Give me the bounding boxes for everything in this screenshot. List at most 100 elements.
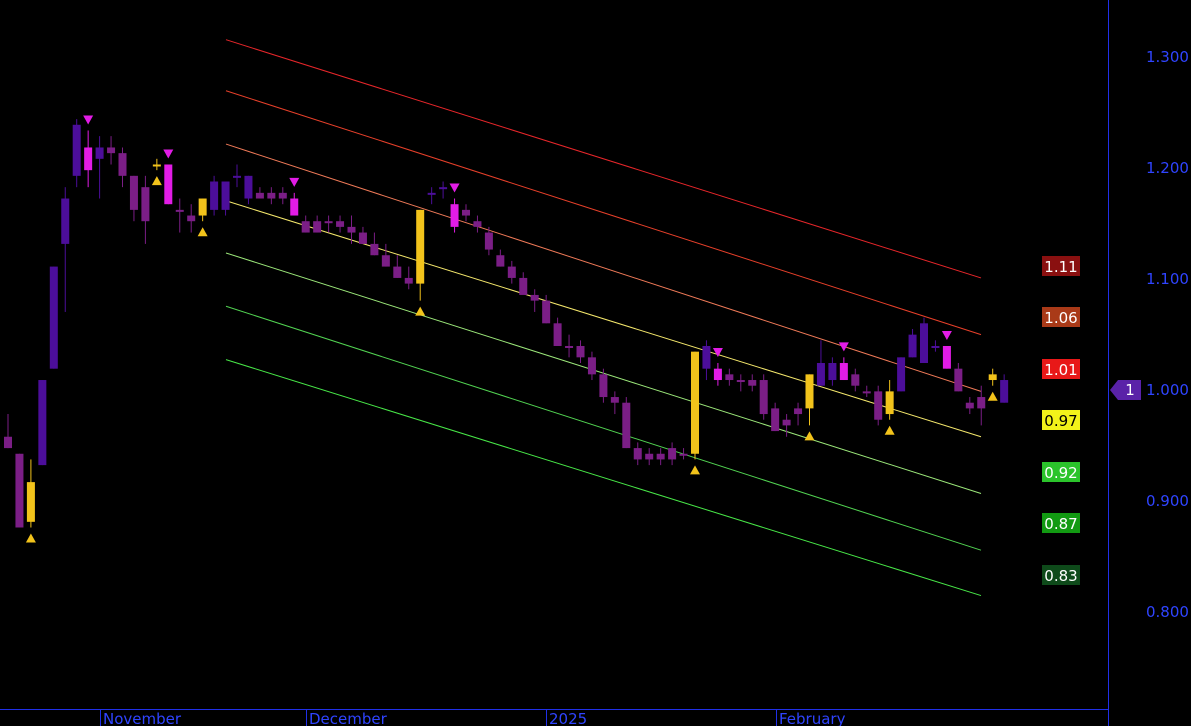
- candle-body: [393, 266, 402, 278]
- level-label-4: 0.97: [1042, 410, 1080, 430]
- candle-body: [175, 209, 184, 212]
- candle-body: [255, 192, 264, 199]
- level-label-5: 0.92: [1042, 462, 1080, 482]
- candle-body: [725, 374, 734, 381]
- candle-body: [771, 408, 780, 432]
- candle-body: [782, 419, 791, 426]
- x-tick-label: December: [309, 710, 388, 726]
- candle-body: [278, 192, 287, 199]
- candle-body: [965, 402, 974, 409]
- level-label-text: 0.87: [1044, 515, 1077, 533]
- candle-body: [553, 323, 562, 346]
- candle-body: [358, 232, 367, 244]
- candle-body: [496, 255, 505, 267]
- candle-body: [473, 221, 482, 227]
- candle-body: [439, 187, 448, 190]
- candle-body: [107, 147, 116, 154]
- x-tick-label: November: [103, 710, 182, 726]
- candle-body: [141, 187, 150, 222]
- candle-body: [15, 453, 24, 528]
- candle-body: [759, 380, 768, 415]
- candle-body: [530, 294, 539, 301]
- candle: [897, 357, 906, 392]
- candle-body: [839, 363, 848, 381]
- candle-body: [313, 221, 322, 233]
- candle-body: [748, 380, 757, 386]
- level-label-2: 1.06: [1042, 307, 1080, 327]
- candle-body: [679, 453, 688, 456]
- candle-body: [49, 266, 58, 369]
- candle-body: [26, 482, 35, 522]
- candle-body: [198, 198, 207, 216]
- level-label-text: 0.92: [1044, 464, 1077, 482]
- candle: [691, 351, 699, 460]
- candle: [164, 164, 173, 205]
- candle-body: [519, 277, 528, 295]
- candle-body: [84, 147, 93, 171]
- candle-body: [462, 209, 470, 216]
- candle-body: [1000, 380, 1009, 403]
- y-tick-label: 1.200: [1146, 159, 1189, 177]
- candle-body: [713, 368, 722, 381]
- candle-body: [95, 147, 104, 159]
- candle-body: [118, 153, 127, 176]
- y-tick-label: 0.900: [1146, 492, 1189, 510]
- candle-body: [347, 226, 356, 233]
- level-label-text: 0.83: [1044, 567, 1077, 585]
- candle-body: [668, 448, 677, 460]
- candle-body: [38, 380, 47, 466]
- candle-body: [404, 277, 413, 284]
- candle-body: [370, 243, 379, 256]
- candle-body: [645, 453, 654, 460]
- y-tick-label: 1.000: [1146, 381, 1189, 399]
- candle-body: [210, 181, 219, 210]
- candle-body: [988, 374, 997, 381]
- y-tick-label: 1.100: [1146, 270, 1189, 288]
- level-label-7: 0.83: [1042, 565, 1080, 585]
- candle: [622, 397, 631, 449]
- candle-body: [702, 345, 711, 369]
- candle-body: [244, 175, 253, 199]
- candle-body: [920, 323, 928, 364]
- candle-body: [233, 175, 241, 178]
- candle: [15, 453, 24, 528]
- candle-body: [576, 345, 585, 358]
- candle-body: [874, 391, 883, 420]
- candle-body: [851, 374, 860, 386]
- candle-body: [301, 221, 310, 233]
- candle: [759, 374, 768, 420]
- candle-body: [267, 192, 276, 199]
- candle-body: [599, 374, 608, 398]
- y-tick-label: 0.800: [1146, 603, 1189, 621]
- candle-body: [794, 408, 803, 415]
- candle-body: [507, 266, 516, 278]
- level-label-text: 1.11: [1044, 258, 1077, 276]
- level-label-1: 1.11: [1042, 256, 1080, 276]
- candle-body: [828, 363, 837, 381]
- candle-body: [129, 175, 138, 210]
- level-label-text: 1.01: [1044, 361, 1077, 379]
- candle-body: [336, 221, 345, 227]
- candle-body: [152, 164, 161, 167]
- candle-body: [897, 357, 906, 392]
- candle-body: [931, 345, 940, 348]
- level-label-6: 0.87: [1042, 513, 1080, 533]
- candle-body: [805, 374, 814, 409]
- candle-body: [221, 181, 230, 210]
- candle-body: [381, 255, 390, 267]
- x-tick-label: February: [779, 710, 846, 726]
- candle-body: [427, 192, 436, 195]
- level-label-text: 1.06: [1044, 309, 1077, 327]
- candle: [49, 266, 58, 369]
- candle-body: [324, 221, 333, 224]
- candle-body: [61, 198, 70, 244]
- candle-body: [862, 391, 871, 394]
- candle-body: [633, 448, 642, 460]
- candle-body: [885, 391, 894, 415]
- candle: [38, 380, 47, 466]
- candle-body: [416, 209, 425, 284]
- price-marker-text: 1: [1125, 381, 1135, 399]
- x-tick-label: 2025: [549, 710, 587, 726]
- candle-body: [484, 232, 493, 250]
- candle-body: [954, 368, 963, 392]
